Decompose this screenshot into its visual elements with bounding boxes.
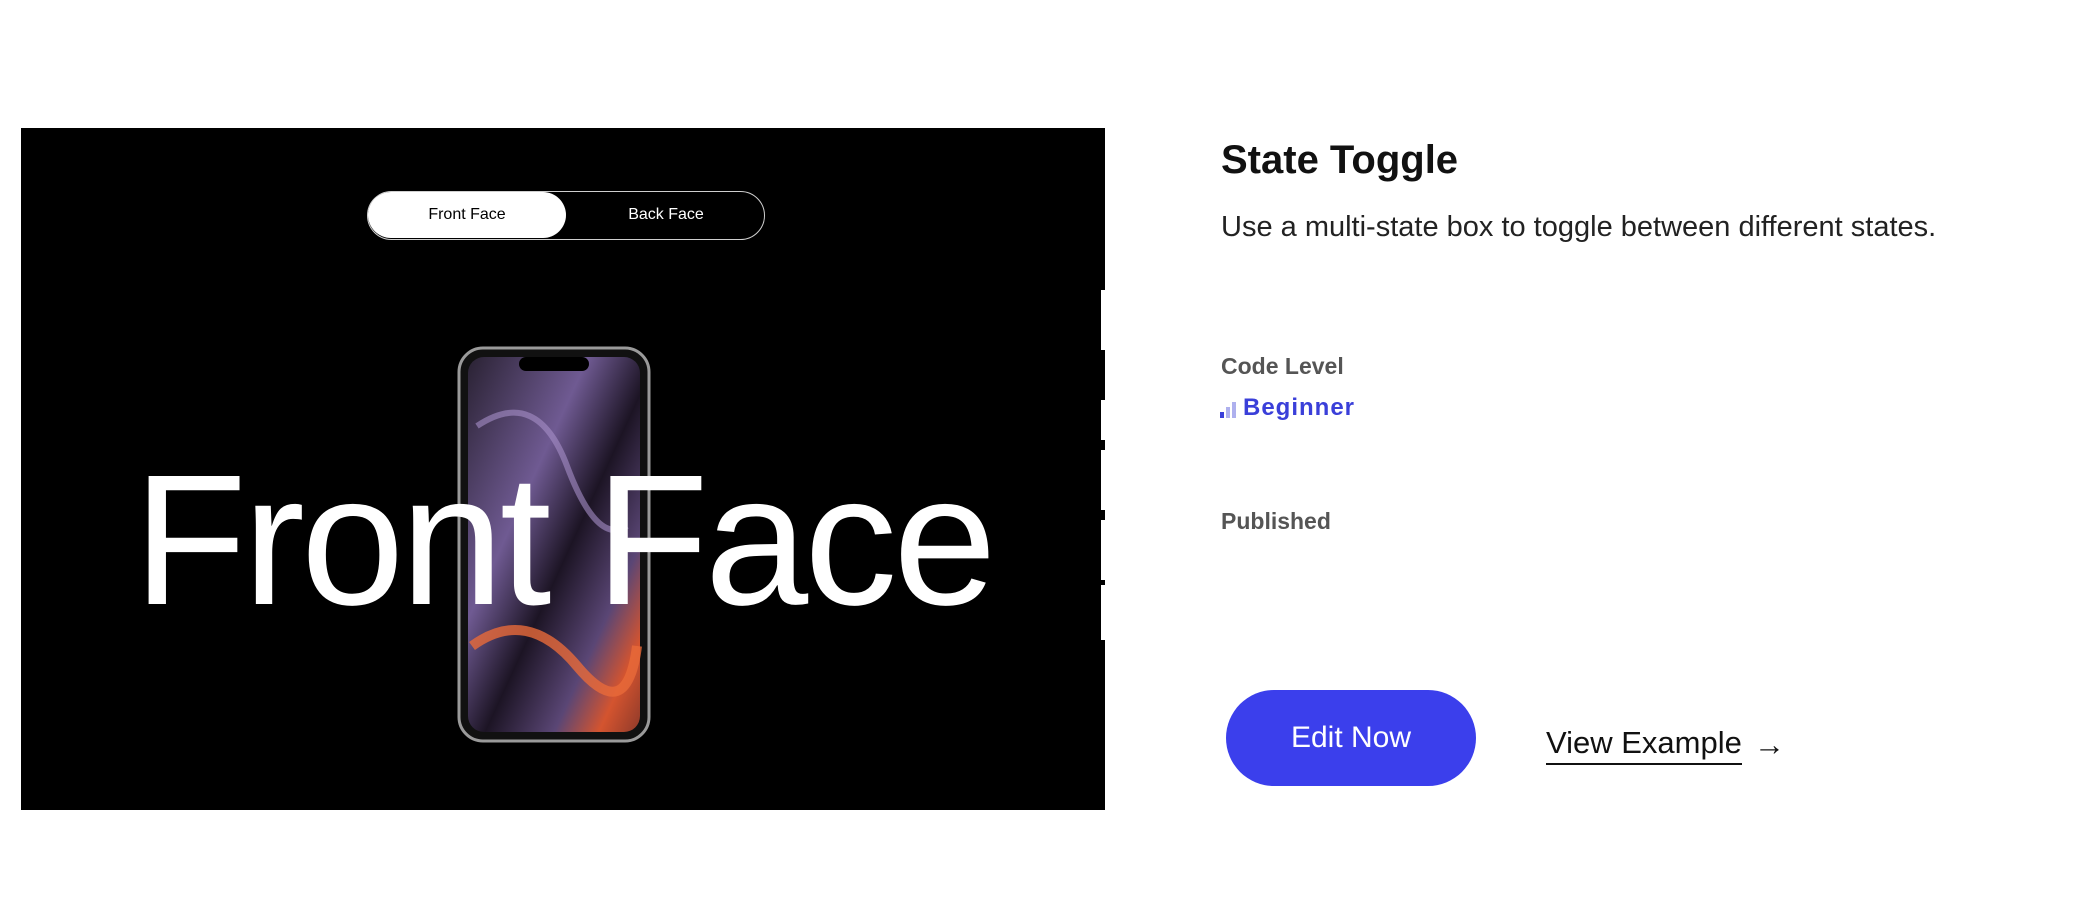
toggle-back-face-button[interactable]: Back Face [568, 192, 764, 238]
published-label: Published [1221, 508, 1331, 534]
edit-now-button[interactable]: Edit Now [1226, 690, 1476, 786]
front-face-heading: Front Face [133, 437, 996, 644]
view-example-text[interactable]: View Example [1546, 725, 1742, 765]
code-level-value: Beginner [1219, 394, 1355, 422]
toggle-front-face-button[interactable]: Front Face [368, 192, 566, 238]
state-toggle[interactable]: Front Face Back Face [367, 191, 765, 240]
code-level-label: Code Level [1221, 353, 1344, 379]
template-title: State Toggle [1221, 138, 1459, 182]
arrow-right-icon: → [1753, 727, 1785, 762]
signal-bars-icon [1220, 402, 1236, 418]
code-level-text: Beginner [1243, 394, 1356, 421]
view-example-link[interactable]: View Example → [1546, 725, 1785, 765]
template-description: Use a multi-state box to toggle between … [1221, 211, 1937, 243]
template-preview: Front Face Back Face Front Face [21, 128, 1105, 810]
